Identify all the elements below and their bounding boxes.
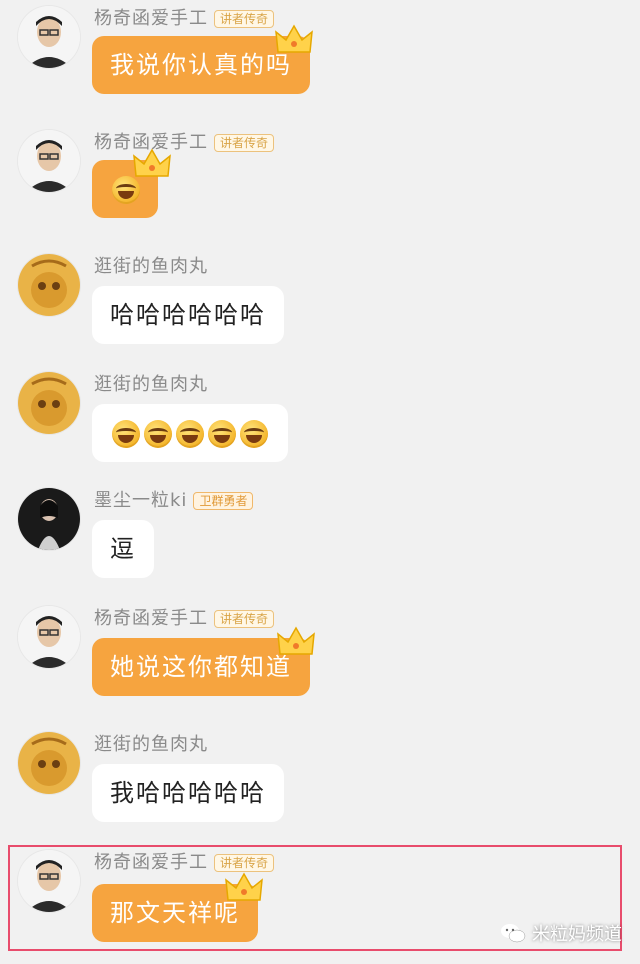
- rank-badge: 卫群勇者: [193, 492, 254, 510]
- avatar-yurouwan[interactable]: [18, 254, 80, 316]
- crown-icon: [133, 148, 171, 177]
- message-header: 逛街的鱼肉丸: [94, 254, 208, 280]
- crown-icon: [275, 24, 313, 53]
- avatar-yang[interactable]: [18, 130, 80, 192]
- rank-badge: 讲者传奇: [214, 10, 275, 28]
- message-header: 墨尘一粒ki 卫群勇者: [94, 488, 254, 514]
- message-bubble[interactable]: [92, 404, 288, 462]
- laugh-cry-emoji-icon: [240, 420, 268, 448]
- laugh-cry-emoji-icon: [208, 420, 236, 448]
- avatar-yang[interactable]: [18, 606, 80, 668]
- message-bubble[interactable]: 逗: [92, 520, 154, 578]
- sender-name[interactable]: 逛街的鱼肉丸: [94, 373, 208, 397]
- watermark: 米粒妈频道: [500, 920, 622, 946]
- avatar-yurouwan[interactable]: [18, 372, 80, 434]
- chat-thread: 杨奇函爱手工 讲者传奇 我说你认真的吗 杨奇函爱手工 讲者传奇 逛街的鱼肉丸 哈…: [0, 0, 640, 964]
- laugh-cry-emoji-icon: [176, 420, 204, 448]
- message-header: 杨奇函爱手工 讲者传奇: [94, 6, 275, 32]
- rank-badge: 讲者传奇: [214, 134, 275, 152]
- sender-name[interactable]: 杨奇函爱手工: [94, 607, 208, 631]
- laugh-cry-emoji-icon: [144, 420, 172, 448]
- message-bubble[interactable]: 哈哈哈哈哈哈: [92, 286, 284, 344]
- sender-name[interactable]: 逛街的鱼肉丸: [94, 255, 208, 279]
- watermark-text: 米粒妈频道: [532, 924, 622, 945]
- sender-name[interactable]: 杨奇函爱手工: [94, 7, 208, 31]
- sender-name[interactable]: 逛街的鱼肉丸: [94, 733, 208, 757]
- avatar-yang[interactable]: [18, 6, 80, 68]
- message-header: 逛街的鱼肉丸: [94, 732, 208, 758]
- message-header: 杨奇函爱手工 讲者传奇: [94, 130, 275, 156]
- crown-icon: [277, 626, 315, 655]
- rank-badge: 讲者传奇: [214, 610, 275, 628]
- laugh-cry-emoji-icon: [112, 420, 140, 448]
- avatar-yurouwan[interactable]: [18, 732, 80, 794]
- message-header: 杨奇函爱手工 讲者传奇: [94, 606, 275, 632]
- sender-name[interactable]: 墨尘一粒ki: [94, 489, 187, 513]
- message-header: 逛街的鱼肉丸: [94, 372, 208, 398]
- message-bubble[interactable]: 我哈哈哈哈哈: [92, 764, 284, 822]
- avatar-mochen[interactable]: [18, 488, 80, 550]
- wechat-icon: [501, 924, 526, 943]
